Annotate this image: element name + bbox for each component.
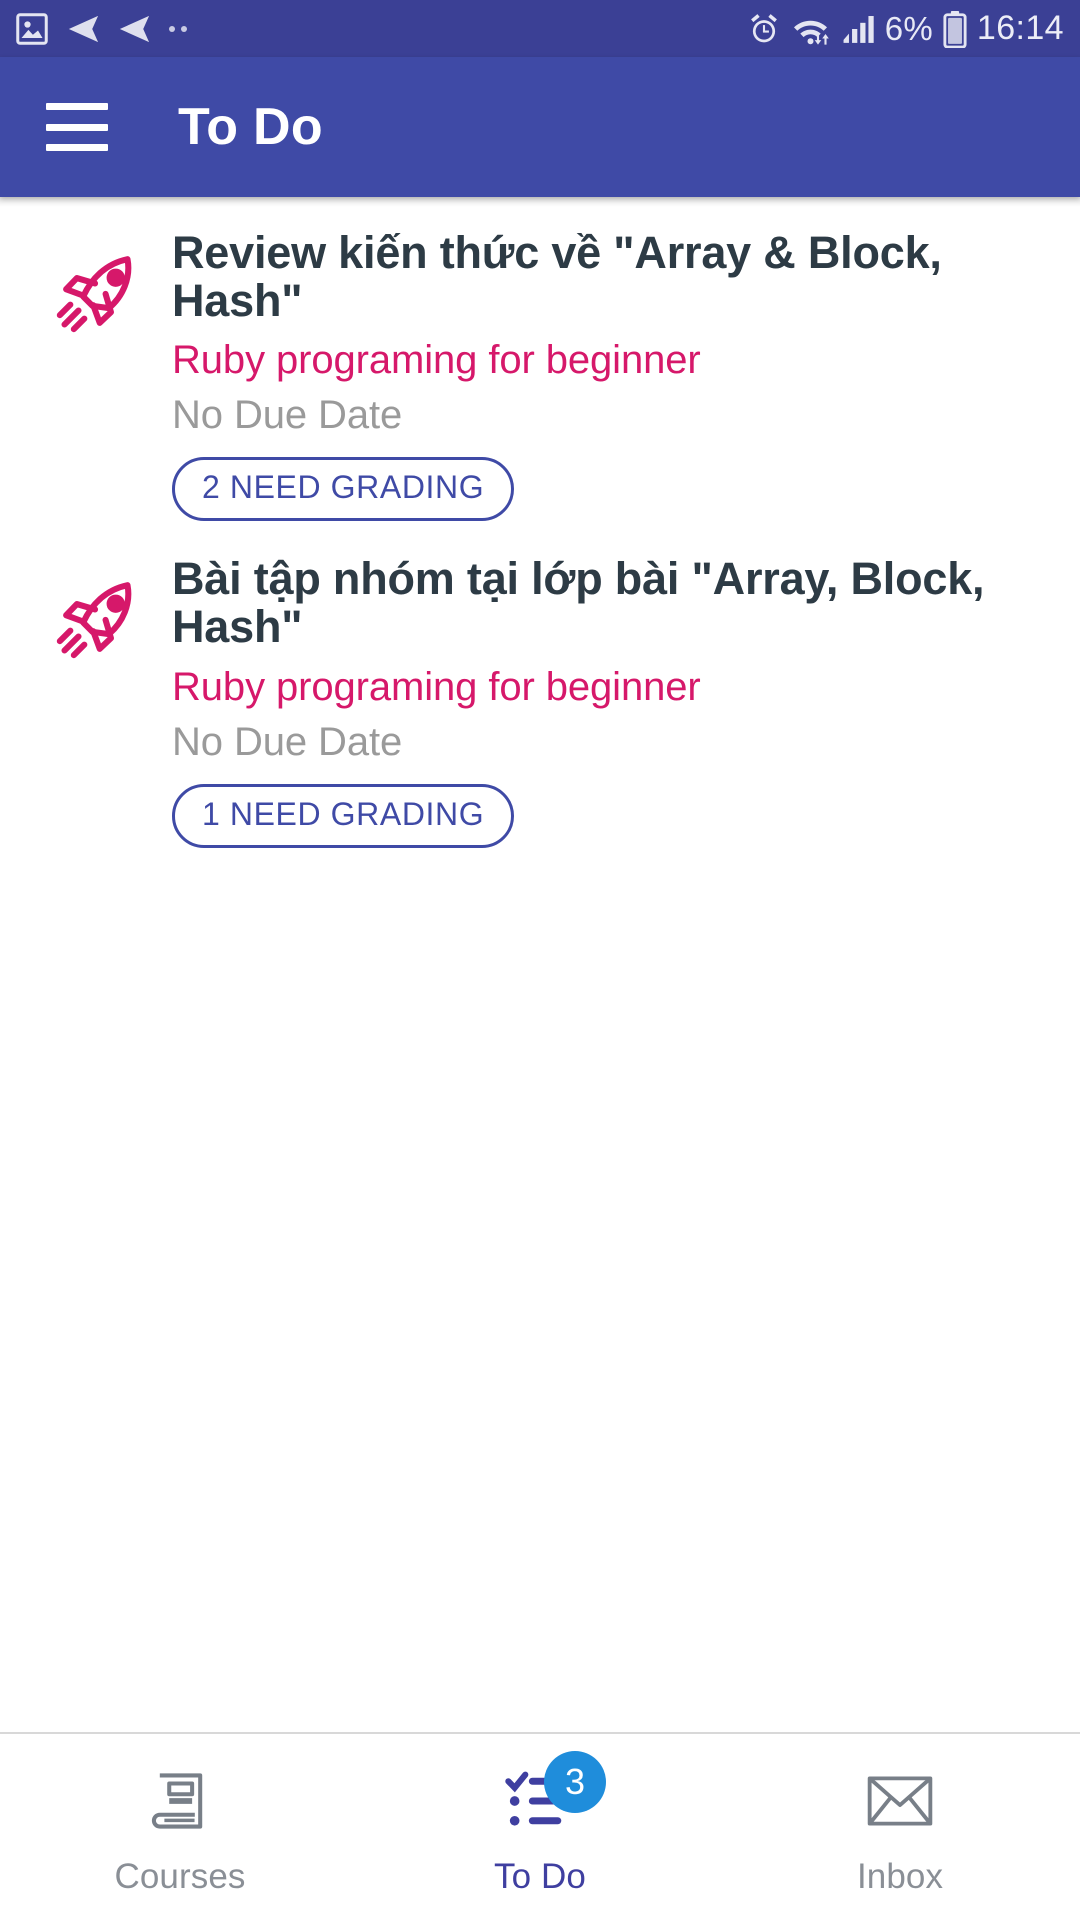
- alarm-icon: [750, 13, 777, 42]
- envelope-icon: [864, 1763, 936, 1839]
- clock-label: 16:14: [976, 9, 1064, 47]
- signal-icon: [843, 15, 874, 43]
- list-item-body: Bài tập nhóm tại lớp bài "Array, Block, …: [172, 553, 1040, 848]
- todo-count-badge: 3: [544, 1751, 606, 1813]
- app-bar: To Do: [0, 57, 1080, 197]
- status-badge[interactable]: 2 NEED GRADING: [172, 457, 515, 522]
- checklist-icon: 3: [502, 1751, 606, 1839]
- rewind-icon: [68, 15, 99, 42]
- course-name: Ruby programing for beginner: [172, 338, 701, 383]
- page-title: To Do: [178, 98, 323, 156]
- wifi-icon: [793, 20, 829, 45]
- rocket-icon: [40, 229, 172, 521]
- nav-item-todo[interactable]: 3 To Do: [360, 1734, 720, 1920]
- battery-percent-label: 6%: [884, 9, 933, 47]
- status-bar-left-icons: [14, 11, 187, 47]
- list-item[interactable]: Bài tập nhóm tại lớp bài "Array, Block, …: [0, 521, 1080, 848]
- list-item-body: Review kiến thức về "Array & Block, Hash…: [172, 227, 1040, 522]
- rewind-icon: [119, 15, 150, 42]
- status-badge[interactable]: 1 NEED GRADING: [172, 783, 515, 848]
- nav-item-inbox[interactable]: Inbox: [720, 1734, 1080, 1920]
- status-bar: 6% 16:14: [0, 0, 1080, 57]
- image-icon: [16, 12, 48, 45]
- status-bar-right-icons: 6% 16:14: [746, 9, 1064, 48]
- book-icon: [145, 1763, 215, 1839]
- assignment-title: Bài tập nhóm tại lớp bài "Array, Block, …: [172, 553, 985, 653]
- nav-label-todo: To Do: [494, 1857, 586, 1896]
- list-item[interactable]: Review kiến thức về "Array & Block, Hash…: [0, 197, 1080, 522]
- course-name: Ruby programing for beginner: [172, 664, 701, 709]
- battery-icon: [943, 10, 967, 48]
- bottom-navigation: Courses 3 To Do Inbox: [0, 1732, 1080, 1920]
- due-date: No Due Date: [172, 393, 403, 438]
- nav-item-courses[interactable]: Courses: [0, 1734, 360, 1920]
- todo-list: Review kiến thức về "Array & Block, Hash…: [0, 197, 1080, 1732]
- app-screen: 6% 16:14 To Do Review kiến thức về "Arra…: [0, 0, 1080, 1920]
- nav-label-courses: Courses: [114, 1857, 246, 1896]
- rocket-icon: [40, 555, 172, 847]
- nav-label-inbox: Inbox: [856, 1857, 944, 1896]
- due-date: No Due Date: [172, 719, 403, 764]
- hamburger-menu-icon[interactable]: [46, 103, 108, 151]
- more-dots-icon: [165, 25, 187, 32]
- assignment-title: Review kiến thức về "Array & Block, Hash…: [172, 227, 942, 327]
